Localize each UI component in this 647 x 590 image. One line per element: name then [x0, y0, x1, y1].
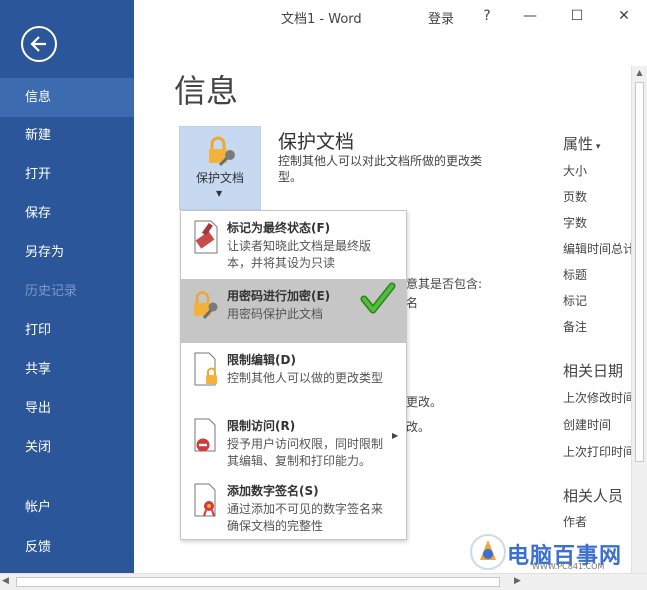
nav-close[interactable]: 关闭 [0, 428, 134, 467]
menu-item-add-signature[interactable]: 添加数字签名(S) 通过添加不可见的数字签名来确保文档的完整性 [181, 474, 406, 540]
date-label: 上次修改时间 [563, 391, 636, 405]
menu-item-mark-final[interactable]: 标记为最终状态(F) 让读者知晓此文档是最终版本，并将其设为只读 [181, 211, 406, 279]
nav-account[interactable]: 帐户 [0, 488, 134, 527]
backstage-sidebar: 信息 新建 打开 保存 另存为 历史记录 打印 共享 导出 关闭 帐户 反馈 [0, 0, 134, 573]
people-label: 作者 [563, 515, 588, 529]
property-label: 备注 [563, 320, 588, 334]
menu-item-title: 限制访问(R) [227, 419, 296, 433]
nav-open[interactable]: 打开 [0, 155, 134, 194]
scroll-left-icon[interactable]: ◀ [2, 576, 9, 586]
menu-item-title: 限制编辑(D) [227, 353, 296, 367]
property-label: 字数 [563, 216, 588, 230]
protect-section-title: 保护文档 [278, 131, 355, 153]
menu-item-desc: 控制其他人可以做的更改类型 [227, 371, 384, 385]
digital-signature-icon [194, 483, 216, 517]
date-label: 创建时间 [563, 418, 612, 432]
protect-section-desc: 控制其他人可以对此文档所做的更改类型。 [278, 154, 483, 184]
title-bar: 文档1 - Word 登录 ? — ☐ ✕ [134, 0, 647, 32]
property-label: 标记 [563, 294, 588, 308]
restore-button[interactable]: ☐ [565, 4, 589, 28]
related-dates-header: 相关日期 [563, 362, 624, 380]
background-text: 更改。 [406, 395, 443, 409]
property-label: 大小 [563, 164, 588, 178]
horizontal-scrollbar[interactable]: ◀ ▶ [0, 573, 647, 590]
minimize-button[interactable]: — [518, 4, 542, 28]
date-label: 上次打印时间 [563, 445, 636, 459]
menu-item-desc: 授予用户访问权限，同时限制其编辑、复制和打印能力。 [227, 437, 384, 468]
scroll-up-icon[interactable]: ▲ [632, 68, 647, 80]
back-arrow-icon [30, 36, 46, 52]
nav-save-as[interactable]: 另存为 [0, 233, 134, 272]
nav-save[interactable]: 保存 [0, 194, 134, 233]
background-text: 意其是否包含: [406, 277, 483, 291]
menu-item-desc: 让读者知晓此文档是最终版本，并将其设为只读 [227, 239, 372, 270]
menu-item-title: 用密码进行加密(E) [227, 289, 331, 303]
submenu-arrow-icon: ▶ [392, 431, 399, 440]
login-link[interactable]: 登录 [428, 8, 454, 27]
menu-item-title: 标记为最终状态(F) [227, 221, 331, 235]
menu-item-restrict-access[interactable]: 限制访问(R) 授予用户访问权限，同时限制其编辑、复制和打印能力。 ▶ [181, 409, 406, 474]
nav-info[interactable]: 信息 [0, 78, 134, 117]
property-label: 编辑时间总计 [563, 242, 636, 256]
check-mark-icon [360, 282, 396, 314]
protect-button-label: 保护文档 [195, 171, 244, 185]
watermark-sub: WWW.PC841.COM [532, 562, 605, 571]
scrollbar-thumb[interactable] [635, 82, 644, 462]
caret-down-icon: ▾ [593, 142, 601, 152]
nav-print[interactable]: 打印 [0, 311, 134, 350]
window-title: 文档1 - Word [281, 12, 362, 27]
nav-feedback[interactable]: 反馈 [0, 528, 134, 567]
nav-history: 历史记录 [25, 284, 78, 299]
protect-document-menu: 标记为最终状态(F) 让读者知晓此文档是最终版本，并将其设为只读 用密码进行加密… [180, 210, 407, 540]
menu-item-desc: 通过添加不可见的数字签名来确保文档的完整性 [227, 502, 384, 533]
protect-document-button[interactable]: 保护文档 ▼ [179, 126, 261, 210]
close-button[interactable]: ✕ [612, 4, 636, 28]
scrollbar-thumb[interactable] [16, 577, 500, 587]
restrict-editing-icon [194, 352, 217, 386]
nav-share[interactable]: 共享 [0, 350, 134, 389]
nav-export[interactable]: 导出 [0, 389, 134, 428]
page-title: 信息 [174, 72, 239, 110]
help-button[interactable]: ? [475, 4, 499, 28]
lock-key-icon [209, 136, 235, 167]
back-button[interactable] [21, 26, 57, 62]
properties-header[interactable]: 属性 ▾ [563, 133, 600, 154]
menu-item-restrict-editing[interactable]: 限制编辑(D) 控制其他人可以做的更改类型 [181, 343, 406, 409]
vertical-scrollbar[interactable]: ▲ [631, 66, 647, 573]
chevron-down-icon: ▼ [216, 189, 223, 198]
nav-new[interactable]: 新建 [0, 116, 134, 155]
related-people-header: 相关人员 [563, 487, 624, 505]
background-text: 改。 [406, 420, 431, 434]
scroll-right-icon[interactable]: ▶ [514, 576, 521, 586]
property-label: 标题 [563, 268, 588, 282]
lock-key-icon [194, 291, 218, 319]
restrict-access-icon [194, 418, 216, 452]
mark-final-icon [194, 220, 218, 254]
background-text: 名 [406, 296, 419, 310]
property-label: 页数 [563, 190, 588, 204]
menu-item-title: 添加数字签名(S) [227, 484, 319, 498]
